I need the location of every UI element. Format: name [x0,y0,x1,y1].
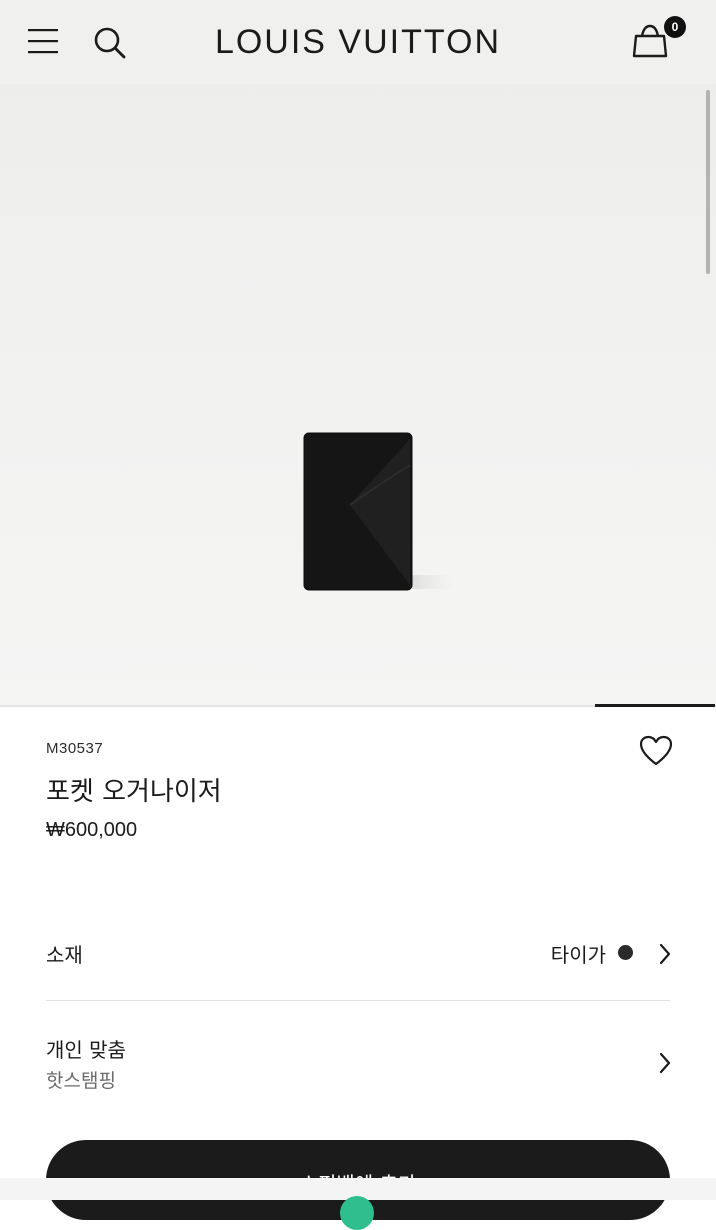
menu-icon[interactable] [28,28,60,54]
product-price: ₩600,000 [46,819,138,841]
personalization-option-row[interactable]: 개인 맞춤 핫스탬핑 [46,1028,672,1098]
site-header: LOUIS VUITTON 0 [0,0,716,84]
bottom-browser-bar [0,1178,716,1230]
chevron-right-icon [659,1052,671,1074]
page-scrollbar[interactable] [706,90,710,274]
option-divider [46,1000,670,1001]
floating-action-icon[interactable] [340,1196,374,1230]
product-name: 포켓 오거나이저 [46,777,222,807]
material-option-row[interactable]: 소재 타이가 [46,925,672,981]
personalization-title: 개인 맞춤 [46,1038,126,1062]
search-icon[interactable] [93,26,127,60]
material-label: 소재 [46,943,83,967]
brand-logo[interactable]: LOUIS VUITTON [200,20,516,64]
material-value: 타이가 [550,943,606,967]
product-image-gallery[interactable] [0,0,716,706]
product-image [303,432,455,591]
material-color-swatch [618,945,633,960]
cart-count-badge: 0 [664,16,686,38]
personalization-subtitle: 핫스탬핑 [46,1070,116,1092]
chevron-right-icon [659,943,671,965]
heart-icon[interactable] [638,734,674,768]
product-sku: M30537 [46,740,104,757]
gallery-progress-indicator [595,704,715,707]
